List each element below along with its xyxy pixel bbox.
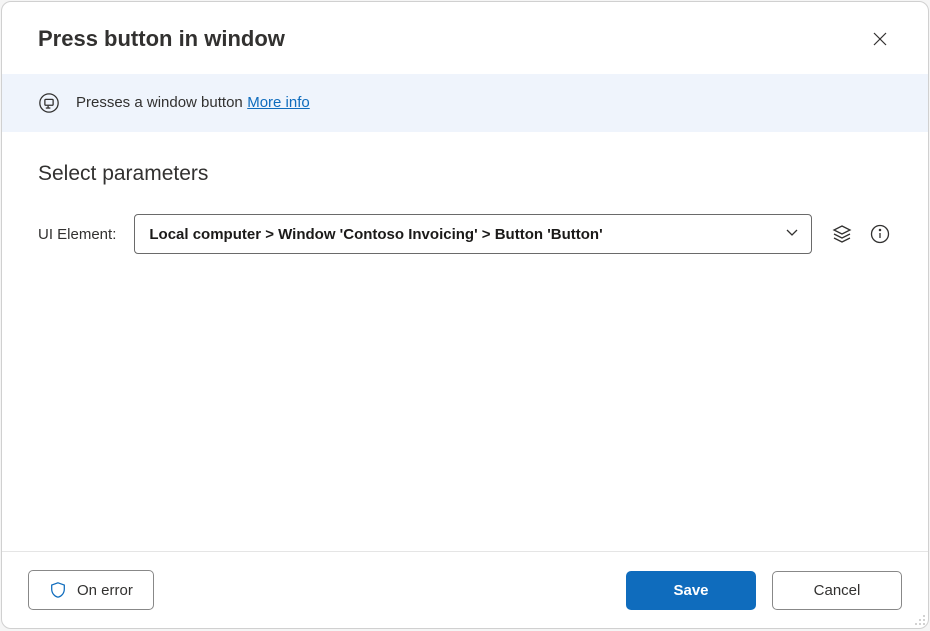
- ui-element-dropdown[interactable]: Local computer > Window 'Contoso Invoici…: [134, 214, 812, 254]
- close-icon: [872, 31, 888, 47]
- on-error-button[interactable]: On error: [28, 570, 154, 610]
- close-button[interactable]: [868, 27, 892, 51]
- cancel-button[interactable]: Cancel: [772, 571, 902, 610]
- action-icon: [38, 92, 60, 114]
- dialog-header: Press button in window: [2, 2, 928, 74]
- chevron-down-icon: [785, 225, 799, 244]
- layers-icon: [832, 224, 852, 244]
- shield-icon: [49, 581, 67, 599]
- ui-element-picker-button[interactable]: [830, 222, 854, 246]
- save-button[interactable]: Save: [626, 571, 756, 610]
- parameters-section: Select parameters UI Element: Local comp…: [2, 132, 928, 551]
- more-info-link[interactable]: More info: [247, 94, 310, 111]
- ui-element-row: UI Element: Local computer > Window 'Con…: [38, 214, 892, 254]
- on-error-label: On error: [77, 582, 133, 599]
- ui-element-info-button[interactable]: [868, 222, 892, 246]
- dialog-footer: On error Save Cancel: [2, 551, 928, 628]
- ui-element-label: UI Element:: [38, 226, 116, 243]
- info-icon: [870, 224, 890, 244]
- banner-text-wrap: Presses a window button More info: [76, 94, 310, 112]
- info-banner: Presses a window button More info: [2, 74, 928, 132]
- dialog-title: Press button in window: [38, 26, 285, 52]
- banner-description: Presses a window button: [76, 94, 243, 111]
- dialog-window: Press button in window Presses a window …: [1, 1, 929, 629]
- footer-actions: Save Cancel: [626, 571, 902, 610]
- ui-element-value: Local computer > Window 'Contoso Invoici…: [149, 226, 602, 243]
- ui-element-side-actions: [830, 222, 892, 246]
- section-title: Select parameters: [38, 162, 892, 186]
